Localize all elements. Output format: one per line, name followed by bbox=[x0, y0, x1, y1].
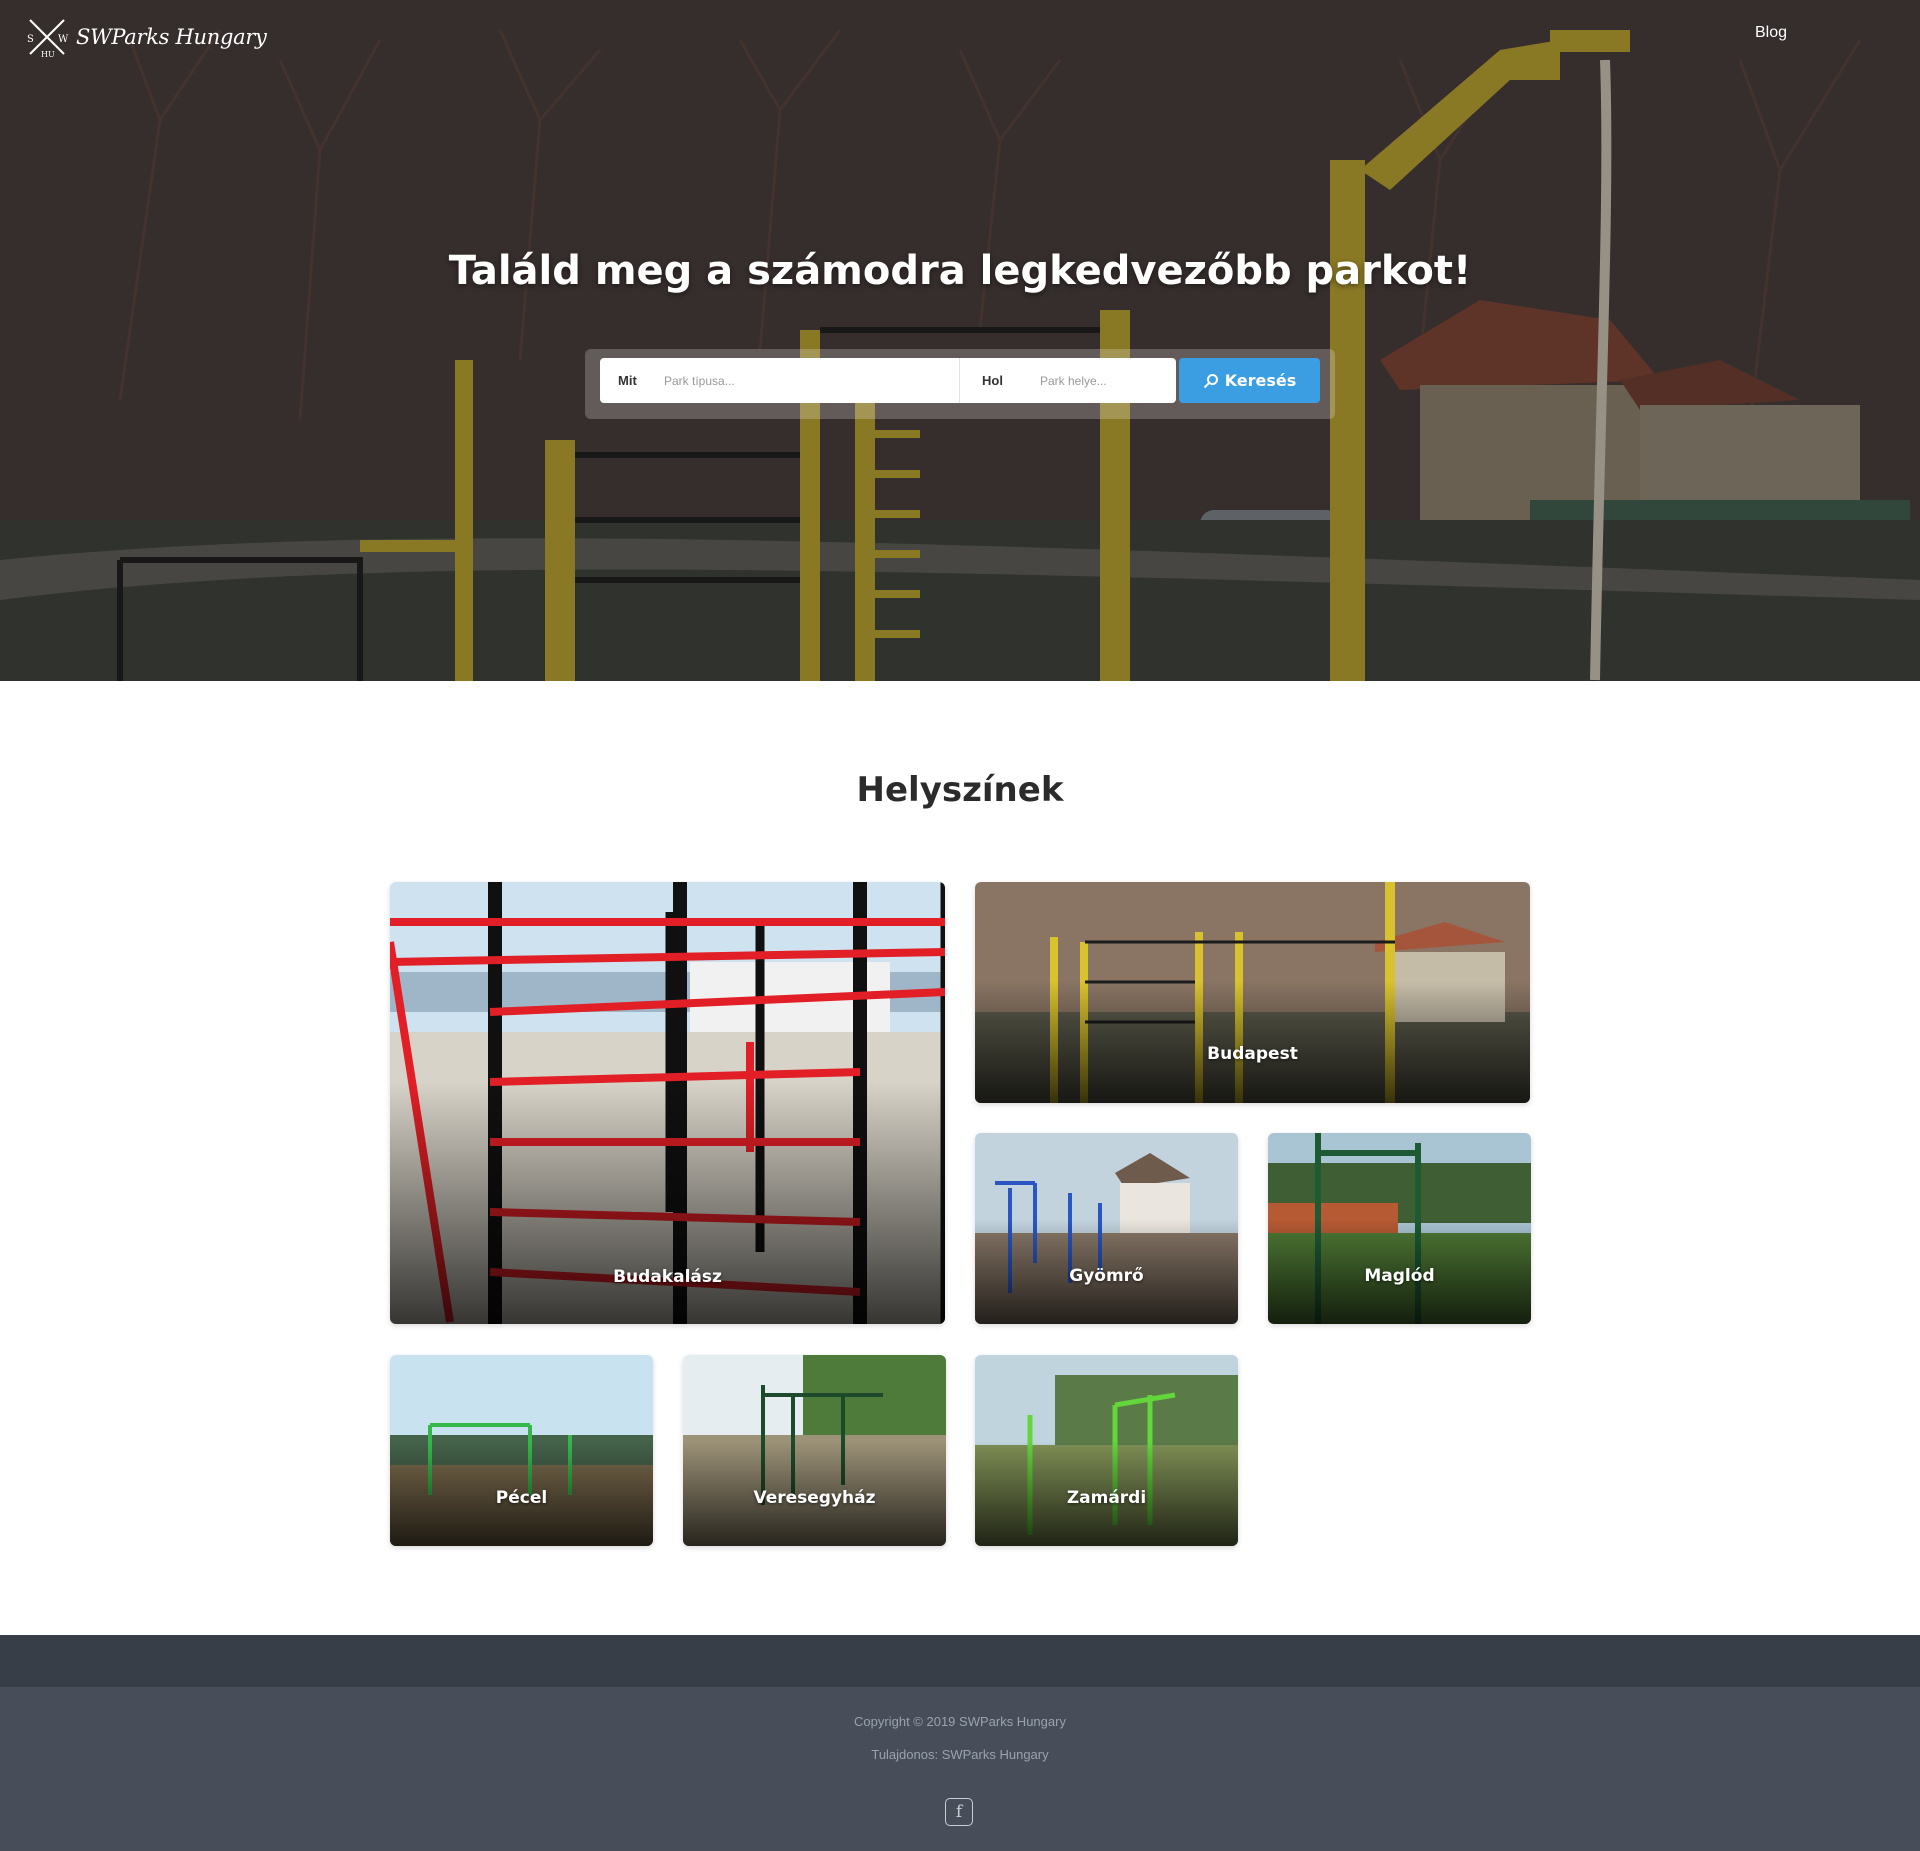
location-name: Gyömrő bbox=[1069, 1266, 1144, 1286]
search-what-label: Mit bbox=[618, 373, 637, 388]
location-tile-budakalasz[interactable]: Budakalász bbox=[390, 882, 945, 1324]
svg-text:HU: HU bbox=[41, 50, 55, 58]
brand-logo[interactable]: S W HU SWParks Hungary bbox=[24, 16, 267, 58]
brand-name: SWParks Hungary bbox=[76, 25, 267, 49]
svg-text:S: S bbox=[27, 34, 34, 45]
search-button-label: Keresés bbox=[1224, 371, 1297, 390]
location-name: Zamárdi bbox=[1066, 1488, 1147, 1508]
location-tile-pecel[interactable]: Pécel bbox=[390, 1355, 653, 1546]
footer-copyright: Copyright © 2019 SWParks Hungary bbox=[854, 1714, 1066, 1729]
svg-text:W: W bbox=[58, 34, 69, 45]
location-tile-zamardi[interactable]: Zamárdi bbox=[975, 1355, 1238, 1546]
search-button[interactable]: Keresés bbox=[1179, 358, 1320, 403]
crossed-sticks-logo-icon: S W HU bbox=[27, 19, 69, 58]
location-tile-budapest[interactable]: Budapest bbox=[975, 882, 1530, 1103]
park-location-input[interactable] bbox=[1040, 373, 1170, 388]
locations-title: Helyszínek bbox=[856, 770, 1064, 810]
search-where-label: Hol bbox=[982, 373, 1003, 388]
footer bbox=[0, 1687, 1920, 1851]
hero-title: Találd meg a számodra legkedvezőbb parko… bbox=[448, 248, 1472, 294]
location-tile-veresegyhaz[interactable]: Veresegyház bbox=[683, 1355, 946, 1546]
location-name: Veresegyház bbox=[753, 1488, 876, 1508]
location-name: Budakalász bbox=[613, 1267, 722, 1287]
footer-owner: Tulajdonos: SWParks Hungary bbox=[871, 1747, 1049, 1762]
location-name: Maglód bbox=[1364, 1266, 1435, 1286]
hero-banner: S W HU SWParks Hungary Blog Találd meg a… bbox=[0, 0, 1920, 681]
facebook-icon[interactable]: f bbox=[945, 1798, 973, 1826]
search-what-field: Mit bbox=[600, 358, 960, 403]
park-type-input[interactable] bbox=[664, 373, 934, 388]
search-icon bbox=[1203, 373, 1218, 388]
search-bar: Mit Hol Keresés bbox=[585, 349, 1335, 419]
location-name: Pécel bbox=[495, 1488, 548, 1508]
search-form: Mit Hol bbox=[600, 358, 1176, 403]
hero-overlay bbox=[0, 0, 1920, 681]
nav-blog-link[interactable]: Blog bbox=[1755, 24, 1787, 42]
location-tile-maglod[interactable]: Maglód bbox=[1268, 1133, 1531, 1324]
search-where-field: Hol bbox=[960, 358, 1176, 403]
location-name: Budapest bbox=[1207, 1044, 1298, 1064]
location-tile-gyomro[interactable]: Gyömrő bbox=[975, 1133, 1238, 1324]
footer-top-band bbox=[0, 1635, 1920, 1687]
